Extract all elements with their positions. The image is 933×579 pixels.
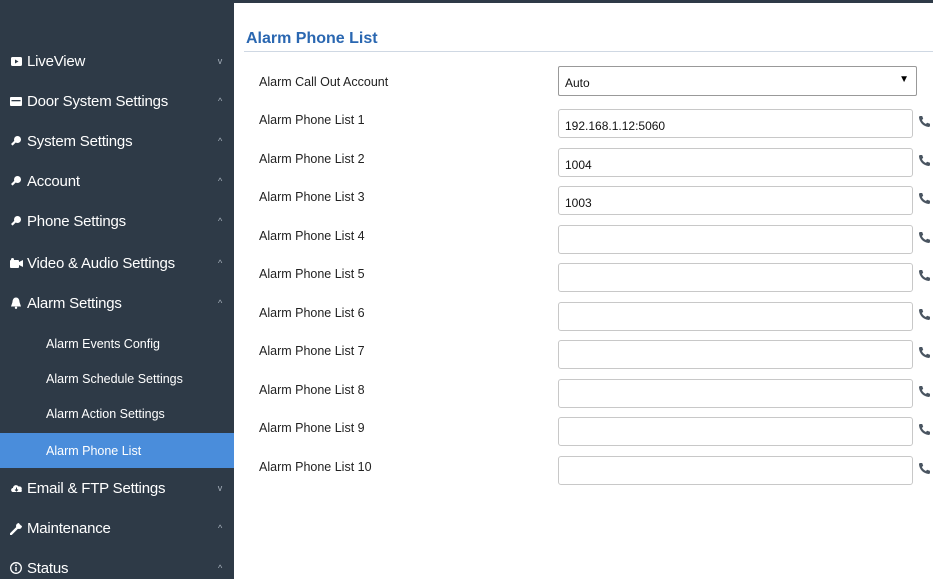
- sidebar-item-alarm-settings[interactable]: Alarm Settings ^: [0, 283, 234, 323]
- sidebar-item-label: System Settings: [27, 132, 133, 150]
- title-divider: [244, 51, 933, 52]
- sidebar-subitem-alarm-phone-list[interactable]: Alarm Phone List: [0, 433, 234, 468]
- sidebar-item-label: Maintenance: [27, 519, 111, 537]
- phone-list-input[interactable]: [558, 301, 913, 331]
- phone-list-label: Alarm Phone List 7: [259, 344, 365, 358]
- chevron-icon: ^: [217, 96, 222, 106]
- dropdown-arrow-icon: ▼: [899, 74, 909, 85]
- phone-list-label: Alarm Phone List 8: [259, 382, 365, 397]
- top-border: [234, 0, 933, 3]
- sidebar-item-label: Account: [27, 172, 80, 190]
- phone-icon[interactable]: [918, 192, 932, 206]
- callout-account-select[interactable]: Auto ▼: [558, 66, 917, 96]
- phone-list-label: Alarm Phone List 9: [259, 421, 365, 435]
- phone-icon[interactable]: [918, 423, 932, 437]
- camera-icon: [8, 258, 24, 268]
- phone-icon[interactable]: [918, 115, 932, 129]
- phone-list-label: Alarm Phone List 4: [259, 228, 365, 243]
- phone-icon[interactable]: [918, 231, 932, 245]
- sidebar-item-maintenance[interactable]: Maintenance ^: [0, 508, 234, 548]
- sidebar-item-status[interactable]: Status ^: [0, 548, 234, 579]
- sidebar-item-door-system-settings[interactable]: Door System Settings ^: [0, 81, 234, 121]
- sidebar-item-liveview[interactable]: LiveView v: [0, 41, 234, 81]
- sidebar-item-account[interactable]: Account ^: [0, 161, 234, 201]
- sidebar-subitem-label: Alarm Phone List: [46, 443, 142, 458]
- callout-account-value: Auto: [565, 76, 590, 90]
- phone-icon[interactable]: [918, 154, 932, 168]
- sidebar-subitem-alarm-events-config[interactable]: Alarm Events Config: [0, 326, 234, 361]
- chevron-icon: ^: [217, 298, 222, 308]
- sidebar-item-label: Video & Audio Settings: [27, 254, 175, 272]
- sidebar-item-video-audio-settings[interactable]: Video & Audio Settings ^: [0, 243, 234, 283]
- phone-list-input[interactable]: [558, 263, 913, 292]
- door-icon: [8, 96, 24, 106]
- phone-list-label: Alarm Phone List 1: [259, 113, 365, 127]
- phone-list-input[interactable]: 1004: [558, 147, 913, 177]
- phone-icon[interactable]: [918, 308, 932, 322]
- tv-icon: [8, 56, 24, 66]
- phone-settings-icon: [8, 215, 24, 227]
- sidebar-item-phone-settings[interactable]: Phone Settings ^: [0, 201, 234, 241]
- sidebar-item-label: Alarm Settings: [27, 294, 122, 312]
- phone-list-input[interactable]: [558, 224, 913, 254]
- page-title: Alarm Phone List: [246, 30, 378, 47]
- chevron-icon: ^: [217, 136, 222, 146]
- chevron-icon: ^: [217, 216, 222, 226]
- phone-list-input[interactable]: 192.168.1.12:5060: [558, 109, 913, 138]
- chevron-icon: ^: [217, 523, 222, 533]
- sidebar-item-system-settings[interactable]: System Settings ^: [0, 121, 234, 161]
- sidebar-item-label: LiveView: [27, 52, 86, 70]
- chevron-icon: ^: [217, 563, 222, 573]
- phone-icon[interactable]: [918, 269, 932, 283]
- cloud-icon: [8, 483, 24, 493]
- phone-list-input[interactable]: [558, 378, 913, 408]
- chevron-icon: ^: [217, 176, 222, 186]
- gear-icon: [8, 135, 24, 147]
- sidebar-subitem-alarm-action-settings[interactable]: Alarm Action Settings: [0, 396, 234, 431]
- phone-list-label: Alarm Phone List 5: [259, 267, 365, 281]
- phone-icon[interactable]: [918, 462, 932, 476]
- chevron-icon: v: [217, 56, 223, 66]
- sidebar-item-label: Status: [27, 559, 69, 577]
- sidebar-item-email-ftp-settings[interactable]: Email & FTP Settings v: [0, 468, 234, 508]
- sidebar-subitem-label: Alarm Events Config: [46, 336, 160, 351]
- phone-icon[interactable]: [918, 346, 932, 360]
- chevron-icon: v: [217, 483, 223, 493]
- sidebar-subitem-label: Alarm Schedule Settings: [46, 371, 183, 386]
- phone-list-label: Alarm Phone List 10: [259, 459, 372, 474]
- phone-list-input[interactable]: 1003: [558, 186, 913, 215]
- callout-account-label: Alarm Call Out Account: [259, 75, 389, 89]
- phone-list-label: Alarm Phone List 3: [259, 190, 365, 204]
- bell-icon: [8, 297, 24, 309]
- phone-list-input[interactable]: [558, 340, 913, 369]
- phone-list-input[interactable]: [558, 455, 913, 485]
- phone-list-label: Alarm Phone List 2: [259, 151, 365, 166]
- phone-icon[interactable]: [918, 385, 932, 399]
- phone-list-label: Alarm Phone List 6: [259, 305, 365, 320]
- info-icon: [8, 562, 24, 574]
- sidebar-subitem-label: Alarm Action Settings: [46, 406, 165, 421]
- sidebar-subitem-alarm-schedule-settings[interactable]: Alarm Schedule Settings: [0, 361, 234, 396]
- account-icon: [8, 175, 24, 187]
- sidebar: LiveView v Door System Settings ^ System…: [0, 0, 234, 579]
- wrench-icon: [8, 522, 24, 535]
- sidebar-item-label: Email & FTP Settings: [27, 479, 166, 497]
- chevron-icon: ^: [217, 258, 222, 268]
- phone-list-input[interactable]: [558, 417, 913, 446]
- sidebar-item-label: Door System Settings: [27, 92, 169, 110]
- sidebar-item-label: Phone Settings: [27, 212, 126, 230]
